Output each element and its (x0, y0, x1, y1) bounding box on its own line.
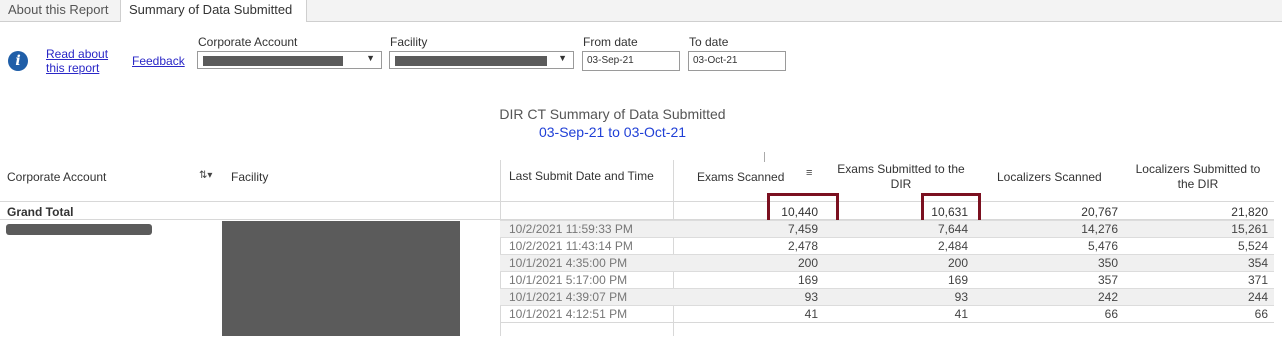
table-row[interactable]: 10/1/2021 4:35:00 PM 200 200 350 354 (500, 254, 1274, 271)
redacted-corporate-account (6, 224, 152, 235)
cell-last-submit: 10/2/2021 11:59:33 PM (509, 222, 633, 236)
highlight-box-exams-scanned (767, 193, 839, 223)
table-row[interactable]: 10/2/2021 11:59:33 PM 7,459 7,644 14,276… (500, 220, 1274, 237)
cell-localizers-submitted: 15,261 (1231, 222, 1268, 236)
cell-exams-submitted: 7,644 (937, 222, 968, 236)
facility-label: Facility (390, 35, 428, 49)
header-divider (0, 201, 1274, 202)
cell-last-submit: 10/2/2021 11:43:14 PM (509, 239, 633, 253)
grand-total-localizers-scanned: 20,767 (1081, 205, 1118, 219)
cell-localizers-scanned: 242 (1097, 290, 1118, 304)
header-localizers-submitted[interactable]: Localizers Submitted to the DIR (1128, 162, 1268, 192)
highlight-box-exams-submitted (921, 193, 981, 223)
cell-exams-submitted: 93 (954, 290, 968, 304)
header-corporate-account[interactable]: Corporate Account (7, 170, 106, 185)
cell-localizers-scanned: 14,276 (1081, 222, 1118, 236)
feedback-link[interactable]: Feedback (132, 54, 185, 68)
facility-select[interactable]: ▼ (389, 51, 574, 69)
cell-last-submit: 10/1/2021 4:39:07 PM (509, 290, 628, 304)
info-icon[interactable]: i (8, 51, 28, 71)
header-localizers-scanned[interactable]: Localizers Scanned (997, 170, 1102, 185)
cell-exams-submitted: 200 (947, 256, 968, 270)
to-date-label: To date (689, 35, 729, 49)
cell-localizers-submitted: 354 (1247, 256, 1268, 270)
sort-ascending-icon[interactable]: ⇅▾ (199, 170, 212, 181)
from-date-input[interactable]: 03-Sep-21 (582, 51, 680, 71)
cell-exams-scanned: 169 (797, 273, 818, 287)
from-date-label: From date (583, 35, 638, 49)
grand-total-label: Grand Total (7, 205, 74, 219)
redacted-facility (222, 221, 460, 336)
read-about-report-link[interactable]: Read about this report (46, 47, 116, 75)
cell-last-submit: 10/1/2021 4:35:00 PM (509, 256, 628, 270)
table-row[interactable]: 10/1/2021 4:39:07 PM 93 93 242 244 (500, 288, 1274, 305)
column-resize-tick (764, 152, 765, 162)
cell-exams-scanned: 41 (804, 307, 818, 321)
cell-localizers-scanned: 5,476 (1087, 239, 1118, 253)
cell-localizers-submitted: 371 (1247, 273, 1268, 287)
table-row[interactable]: 10/2/2021 11:43:14 PM 2,478 2,484 5,476 … (500, 237, 1274, 254)
cell-exams-scanned: 200 (797, 256, 818, 270)
redacted-value (203, 56, 343, 66)
corporate-account-label: Corporate Account (198, 35, 298, 49)
grand-total-localizers-submitted: 21,820 (1231, 205, 1268, 219)
cell-localizers-scanned: 350 (1097, 256, 1118, 270)
header-facility[interactable]: Facility (231, 170, 268, 185)
cell-localizers-scanned: 357 (1097, 273, 1118, 287)
cell-exams-submitted: 169 (947, 273, 968, 287)
table-row[interactable]: 10/1/2021 5:17:00 PM 169 169 357 371 (500, 271, 1274, 288)
cell-exams-submitted: 41 (954, 307, 968, 321)
tab-about-report[interactable]: About this Report (0, 0, 120, 21)
header-last-submit[interactable]: Last Submit Date and Time (509, 169, 654, 184)
tab-summary-of-data-submitted[interactable]: Summary of Data Submitted (120, 0, 307, 22)
cell-last-submit: 10/1/2021 4:12:51 PM (509, 307, 628, 321)
cell-localizers-submitted: 5,524 (1237, 239, 1268, 253)
header-exams-submitted[interactable]: Exams Submitted to the DIR (826, 162, 976, 192)
cell-exams-scanned: 2,478 (787, 239, 818, 253)
cell-exams-scanned: 7,459 (787, 222, 818, 236)
cell-localizers-submitted: 66 (1254, 307, 1268, 321)
dropdown-caret-icon: ▼ (366, 53, 375, 63)
header-exams-scanned[interactable]: Exams Scanned (697, 170, 784, 185)
to-date-input[interactable]: 03-Oct-21 (688, 51, 786, 71)
cell-exams-scanned: 93 (804, 290, 818, 304)
redacted-value (395, 56, 547, 66)
corporate-account-select[interactable]: ▼ (197, 51, 382, 69)
report-date-range: 03-Sep-21 to 03-Oct-21 (538, 124, 687, 140)
table-row[interactable]: 10/1/2021 4:12:51 PM 41 41 66 66 (500, 305, 1274, 322)
report-title: DIR CT Summary of Data Submitted (499, 106, 726, 122)
dropdown-caret-icon: ▼ (558, 53, 567, 63)
cell-localizers-submitted: 244 (1247, 290, 1268, 304)
cell-exams-submitted: 2,484 (937, 239, 968, 253)
cell-last-submit: 10/1/2021 5:17:00 PM (509, 273, 628, 287)
sort-descending-icon[interactable]: ≡ (806, 167, 812, 179)
cell-localizers-scanned: 66 (1104, 307, 1118, 321)
table-bottom-border (500, 322, 1274, 323)
tab-bar: About this Report Summary of Data Submit… (0, 0, 1282, 22)
